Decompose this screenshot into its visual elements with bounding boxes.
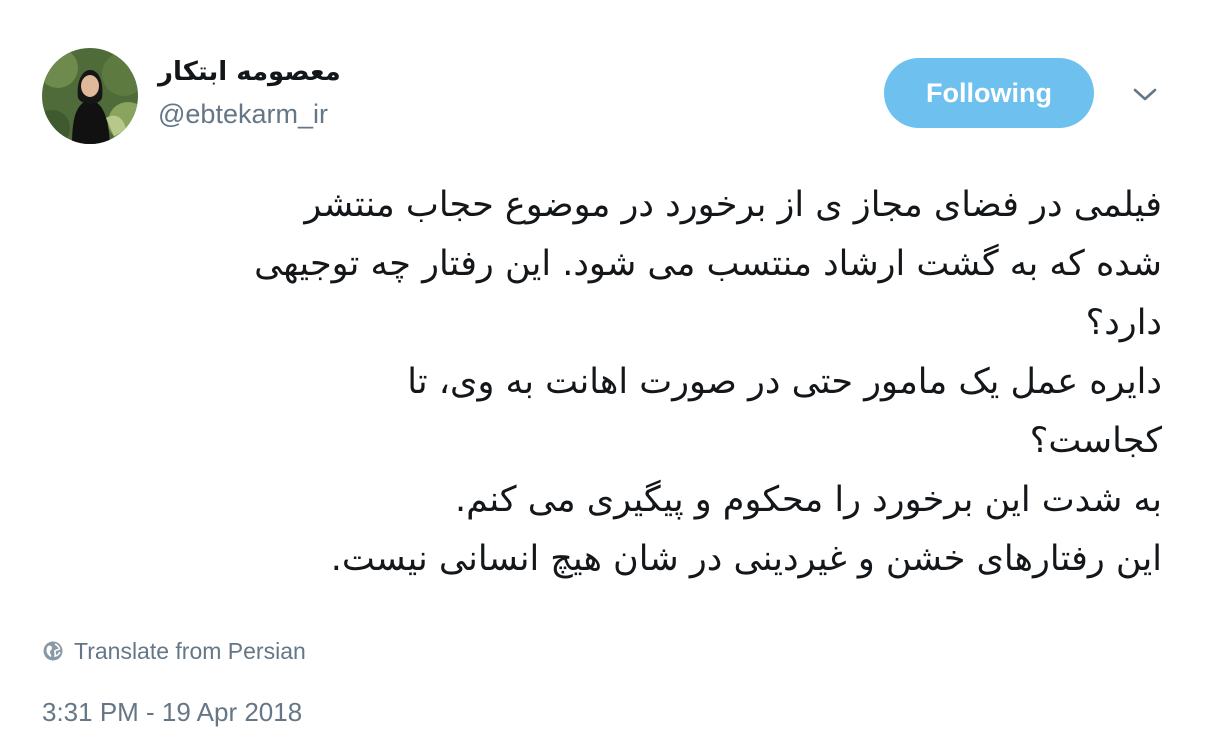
- author-display-name[interactable]: معصومه ابتکار: [158, 56, 341, 88]
- tweet-line: فیلمی در فضای مجاز ی از برخورد در موضوع …: [304, 185, 1162, 225]
- translate-label: Translate from Persian: [74, 637, 306, 664]
- tweet-line: کجاست؟: [1029, 421, 1162, 461]
- chevron-down-icon[interactable]: [1128, 80, 1162, 108]
- tweet-text: فیلمی در فضای مجاز ی از برخورد در موضوع …: [40, 176, 1162, 589]
- following-button[interactable]: Following: [884, 58, 1094, 128]
- translate-link[interactable]: Translate from Persian: [42, 636, 306, 666]
- tweet-line: شده که به گشت ارشاد منتسب می شود. این رف…: [254, 244, 1162, 284]
- tweet-line: به شدت این برخورد را محکوم و پیگیری می ک…: [454, 480, 1162, 520]
- author-handle[interactable]: @ebtekarm_ir: [158, 98, 328, 130]
- globe-icon: [43, 641, 63, 661]
- avatar[interactable]: [42, 48, 138, 144]
- profile-photo: [42, 48, 138, 144]
- tweet-line: این رفتارهای خشن و غیردینی در شان هیچ ان…: [330, 539, 1162, 579]
- tweet-timestamp[interactable]: 3:31 PM - 19 Apr 2018: [42, 696, 302, 728]
- tweet-line: دارد؟: [1085, 303, 1162, 343]
- tweet-line: دایره عمل یک مامور حتی در صورت اهانت به …: [407, 362, 1162, 402]
